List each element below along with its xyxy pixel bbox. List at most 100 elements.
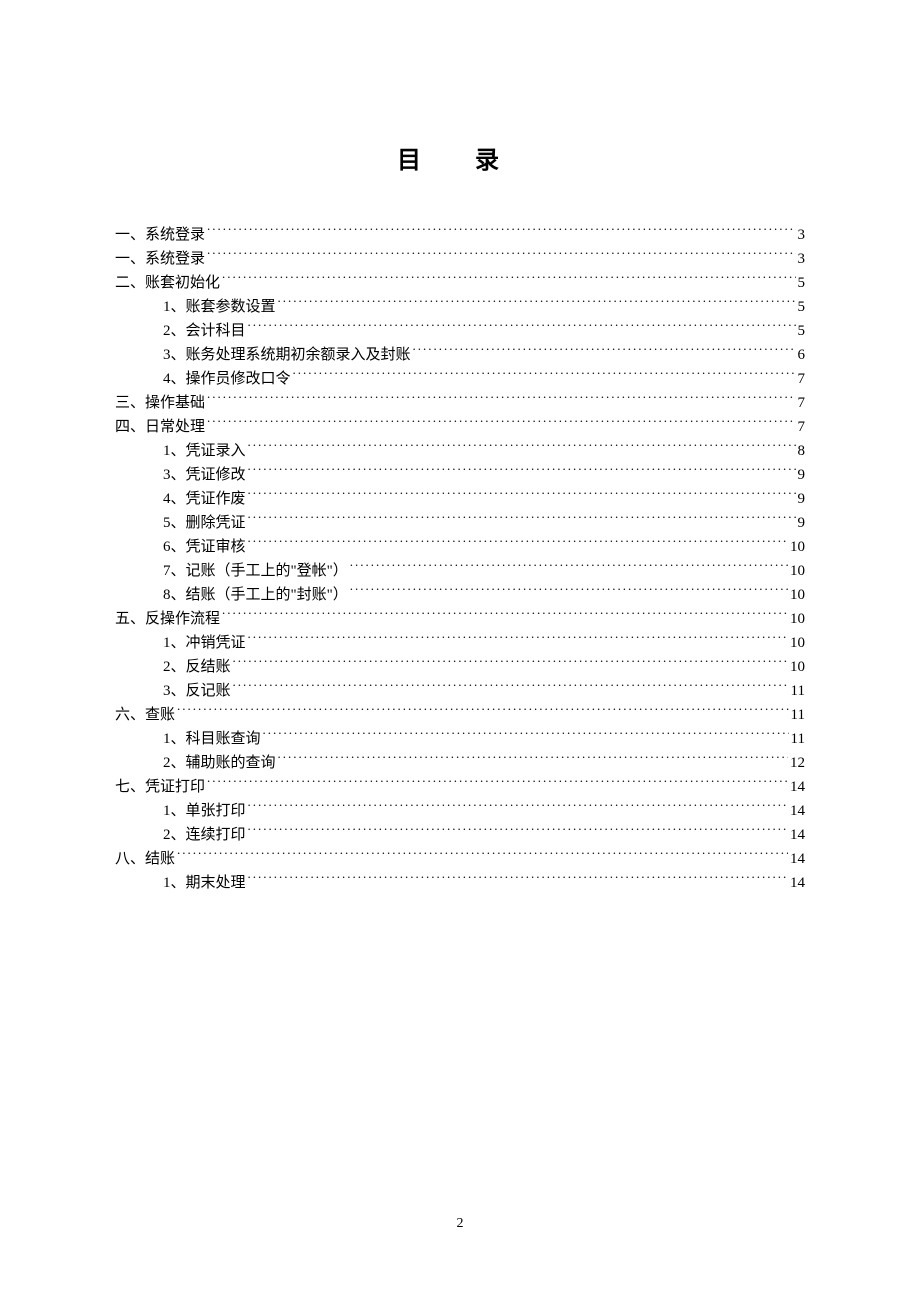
toc-entry-label: 二、账套初始化 [115,271,220,295]
toc-entry-page: 5 [798,271,806,295]
toc-leader-dots [248,632,788,647]
toc-entry-page: 9 [798,511,806,535]
toc-entry-label: 一、系统登录 [115,223,205,247]
toc-entry-page: 10 [790,607,805,631]
toc-entry-label: 1、冲销凭证 [163,631,246,655]
toc-entry-page: 10 [790,631,805,655]
toc-entry-label: 1、单张打印 [163,799,246,823]
toc-entry-label: 3、账务处理系统期初余额录入及封账 [163,343,411,367]
toc-entry: 2、反结账10 [115,655,805,679]
toc-entry-label: 5、删除凭证 [163,511,246,535]
toc-entry-page: 14 [790,823,805,847]
toc-entry-label: 2、会计科目 [163,319,246,343]
toc-entry-label: 五、反操作流程 [115,607,220,631]
toc-entry: 8、结账（手工上的"封账"） 10 [115,583,805,607]
toc-entry-label: 一、系统登录 [115,247,205,271]
toc-leader-dots [248,464,796,479]
toc-entry-label: 6、凭证审核 [163,535,246,559]
toc-entry-label: 3、凭证修改 [163,463,246,487]
toc-entry-page: 10 [790,559,805,583]
toc-entry: 4、操作员修改口令7 [115,367,805,391]
toc-entry-page: 7 [798,391,806,415]
toc-entry-label: 7、记账（手工上的"登帐"） [163,559,348,583]
toc-entry: 4、凭证作废 9 [115,487,805,511]
toc-entry-page: 11 [791,703,805,727]
toc-entry-page: 5 [798,295,806,319]
toc-entry: 1、凭证录入8 [115,439,805,463]
toc-entry-page: 9 [798,487,806,511]
toc-leader-dots [177,848,788,863]
toc-entry: 六、查账 11 [115,703,805,727]
toc-entry-page: 8 [798,439,806,463]
toc-entry-label: 1、账套参数设置 [163,295,276,319]
toc-entry-page: 10 [790,655,805,679]
toc-entry-label: 4、凭证作废 [163,487,246,511]
toc-entry-label: 六、查账 [115,703,175,727]
toc-leader-dots [248,512,796,527]
toc-entry-page: 14 [790,775,805,799]
toc-leader-dots [248,488,796,503]
toc-entry: 七、凭证打印 14 [115,775,805,799]
toc-entry-label: 1、科目账查询 [163,727,261,751]
toc-leader-dots [177,704,789,719]
page-number: 2 [0,1216,920,1232]
table-of-contents: 一、系统登录3一、系统登录3二、账套初始化51、账套参数设置52、会计科目53、… [115,223,805,895]
toc-entry: 一、系统登录3 [115,223,805,247]
toc-leader-dots [207,776,788,791]
toc-entry-label: 三、操作基础 [115,391,205,415]
toc-entry-label: 3、反记账 [163,679,231,703]
toc-entry: 1、账套参数设置 5 [115,295,805,319]
toc-leader-dots [207,392,795,407]
page-title: 目 录 [115,140,805,175]
toc-entry: 五、反操作流程 10 [115,607,805,631]
toc-leader-dots [248,872,788,887]
document-page: 目 录 一、系统登录3一、系统登录3二、账套初始化51、账套参数设置52、会计科… [0,0,920,895]
toc-entry-page: 3 [798,247,806,271]
toc-leader-dots [293,368,796,383]
toc-entry: 2、连续打印 14 [115,823,805,847]
toc-entry: 5、删除凭证 9 [115,511,805,535]
toc-leader-dots [207,224,795,239]
toc-entry-page: 12 [790,751,805,775]
toc-entry-page: 14 [790,871,805,895]
toc-entry: 2、辅助账的查询 12 [115,751,805,775]
toc-entry-label: 8、结账（手工上的"封账"） [163,583,348,607]
toc-entry: 2、会计科目5 [115,319,805,343]
toc-entry-label: 4、操作员修改口令 [163,367,291,391]
toc-leader-dots [233,656,788,671]
toc-entry: 1、单张打印 14 [115,799,805,823]
toc-entry: 3、反记账 11 [115,679,805,703]
toc-entry: 一、系统登录 3 [115,247,805,271]
toc-leader-dots [248,440,796,455]
toc-entry-page: 7 [798,415,806,439]
toc-entry-page: 14 [790,847,805,871]
toc-leader-dots [263,728,789,743]
toc-entry: 二、账套初始化 5 [115,271,805,295]
toc-leader-dots [222,608,788,623]
toc-entry-page: 9 [798,463,806,487]
toc-entry: 四、日常处理 7 [115,415,805,439]
toc-leader-dots [350,584,788,599]
toc-entry: 3、账务处理系统期初余额录入及封账 6 [115,343,805,367]
toc-leader-dots [350,560,788,575]
toc-entry-page: 10 [790,583,805,607]
toc-leader-dots [207,248,795,263]
toc-entry-label: 八、结账 [115,847,175,871]
toc-entry-label: 2、连续打印 [163,823,246,847]
toc-entry-page: 6 [798,343,806,367]
toc-entry-page: 10 [790,535,805,559]
toc-entry: 三、操作基础 7 [115,391,805,415]
toc-entry: 1、期末处理 14 [115,871,805,895]
toc-entry-page: 11 [791,727,805,751]
toc-entry: 3、凭证修改 9 [115,463,805,487]
toc-entry: 6、凭证审核 10 [115,535,805,559]
toc-entry-label: 七、凭证打印 [115,775,205,799]
toc-entry: 1、冲销凭证 10 [115,631,805,655]
toc-entry-label: 1、期末处理 [163,871,246,895]
toc-leader-dots [248,800,788,815]
toc-entry-page: 11 [791,679,805,703]
toc-entry-label: 四、日常处理 [115,415,205,439]
toc-entry-page: 14 [790,799,805,823]
toc-entry-label: 2、辅助账的查询 [163,751,276,775]
toc-entry: 7、记账（手工上的"登帐"） 10 [115,559,805,583]
